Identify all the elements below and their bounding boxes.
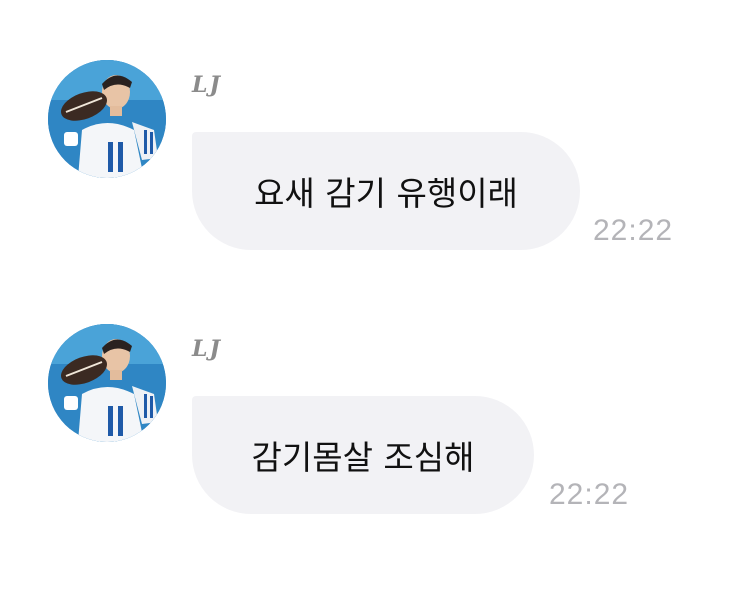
sender-avatar[interactable] (48, 60, 166, 178)
message-bubble[interactable]: 요새 감기 유행이래 (192, 132, 580, 250)
sender-name: LJ (192, 72, 222, 98)
message-bubble[interactable]: 감기몸살 조심해 (192, 396, 534, 514)
avatar-photo-icon (48, 60, 166, 178)
chat-message: LJ 요새 감기 유행이래 22:22 (0, 0, 749, 250)
chat-message: LJ 감기몸살 조심해 22:22 (0, 264, 749, 514)
message-timestamp: 22:22 (549, 478, 630, 511)
sender-avatar[interactable] (48, 324, 166, 442)
message-timestamp: 22:22 (593, 214, 674, 247)
avatar-photo-icon (48, 324, 166, 442)
sender-name: LJ (192, 336, 222, 362)
